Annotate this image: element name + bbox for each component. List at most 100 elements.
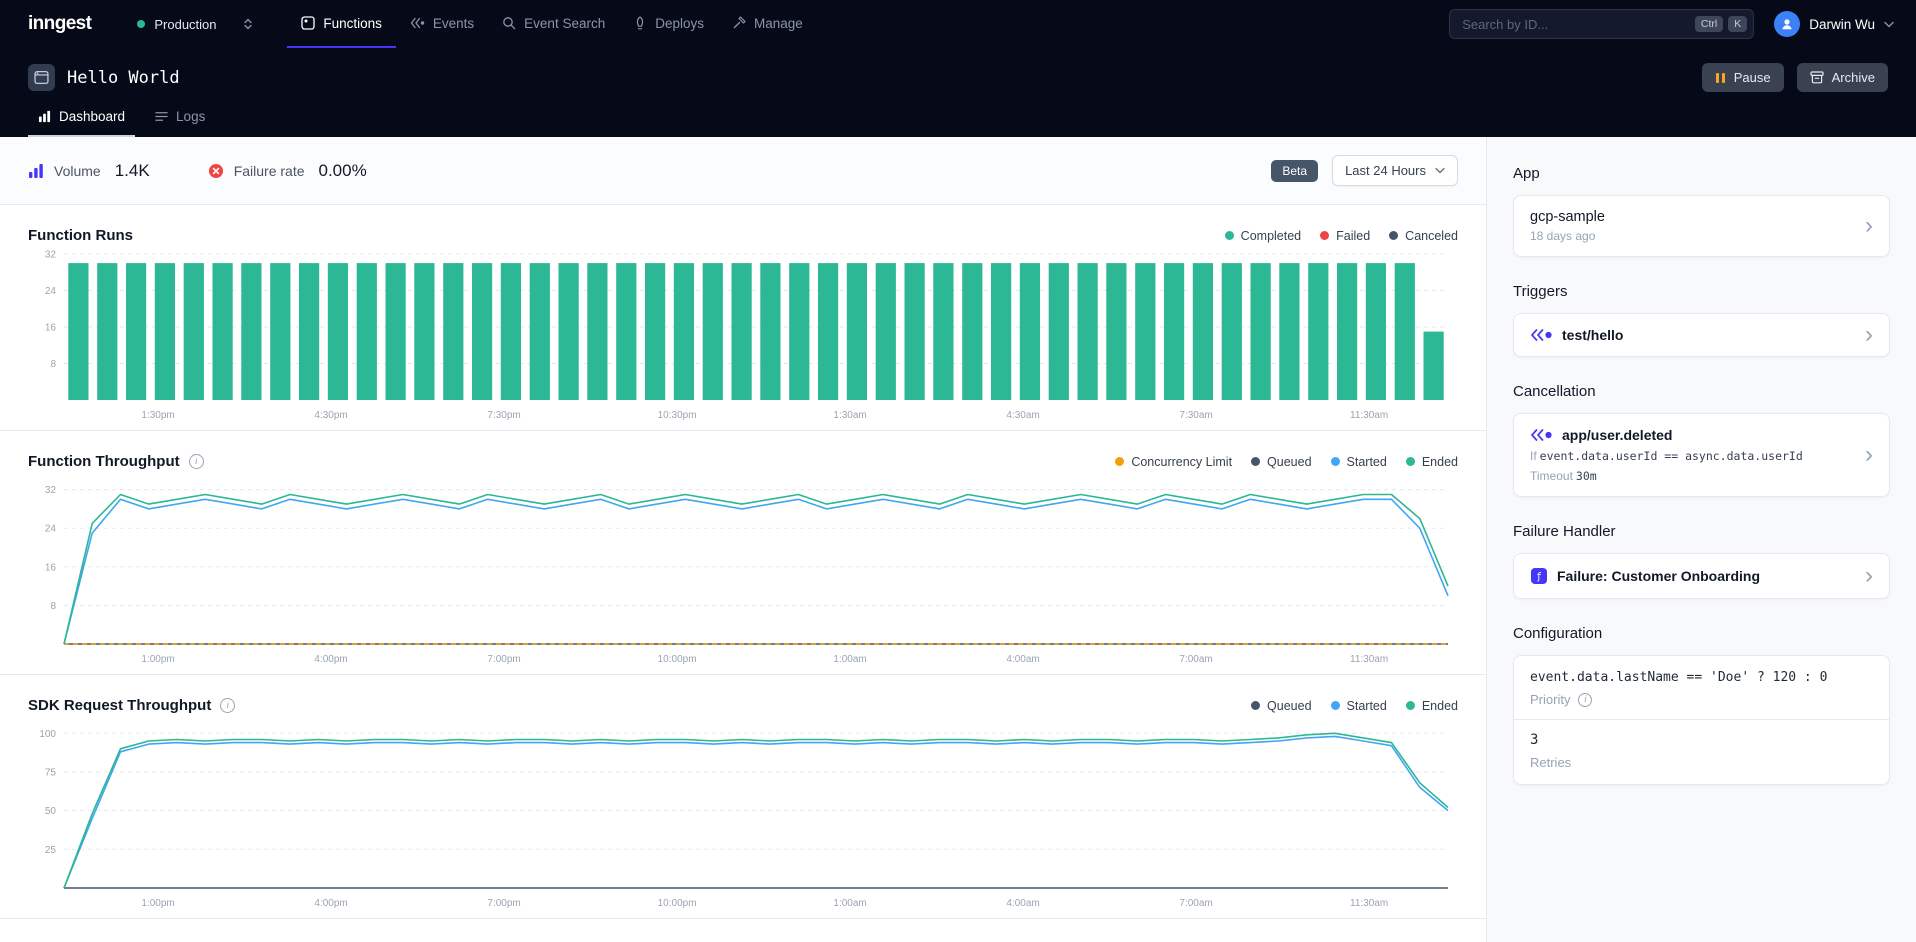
failure-handler-name: Failure: Customer Onboarding <box>1557 568 1760 584</box>
legend-item-queued: Queued <box>1251 699 1311 713</box>
selector-caret-icon <box>241 17 255 31</box>
function-runs-title: Function Runs <box>28 227 133 244</box>
search-icon <box>502 16 516 30</box>
archive-button-label: Archive <box>1832 70 1875 85</box>
svg-text:11:30am: 11:30am <box>1350 898 1388 909</box>
chevron-right-icon: › <box>1855 448 1873 462</box>
legend-item-concurrency-limit: Concurrency Limit <box>1115 455 1232 469</box>
volume-stat: Volume 1.4K <box>28 161 150 181</box>
app-name: gcp-sample <box>1530 209 1605 225</box>
failure-rate-stat: Failure rate 0.00% <box>208 161 367 181</box>
time-range-label: Last 24 Hours <box>1345 163 1426 178</box>
user-menu[interactable]: Darwin Wu <box>1774 11 1894 37</box>
events-icon <box>410 16 425 30</box>
legend-item-completed: Completed <box>1225 229 1301 243</box>
info-icon[interactable]: i <box>220 698 235 713</box>
svg-text:16: 16 <box>45 562 57 573</box>
volume-value: 1.4K <box>115 161 150 181</box>
function-runs-chart: 81624321:30pm4:30pm7:30pm10:30pm1:30am4:… <box>28 246 1458 424</box>
legend-item-failed: Failed <box>1320 229 1370 243</box>
function-icon: ƒ <box>1530 567 1548 585</box>
legend-dot <box>1406 701 1415 710</box>
search-placeholder: Search by ID... <box>1462 17 1690 32</box>
failure-handler-heading: Failure Handler <box>1513 523 1890 540</box>
environment-selector[interactable]: Production <box>127 11 265 38</box>
legend-item-started: Started <box>1331 455 1387 469</box>
nav-item-events[interactable]: Events <box>396 0 488 48</box>
window-icon <box>34 70 49 85</box>
trigger-name: test/hello <box>1562 327 1623 343</box>
failure-icon <box>208 163 224 179</box>
svg-text:7:00pm: 7:00pm <box>487 654 520 665</box>
svg-text:ƒ: ƒ <box>1536 572 1542 583</box>
top-nav: inngest Production Functions Events <box>0 0 1916 48</box>
pause-button[interactable]: Pause <box>1702 63 1784 92</box>
nav-item-deploys[interactable]: Deploys <box>619 0 718 48</box>
event-trigger-icon <box>1530 329 1553 341</box>
timeout-label: Timeout <box>1530 469 1573 483</box>
cancellation-heading: Cancellation <box>1513 383 1890 400</box>
volume-label: Volume <box>54 163 101 179</box>
primary-nav: Functions Events Event Search Deploys <box>287 0 816 48</box>
nav-item-manage[interactable]: Manage <box>718 0 817 48</box>
svg-text:4:30am: 4:30am <box>1006 410 1039 421</box>
chart-canvas: 81624321:30pm4:30pm7:30pm10:30pm1:30am4:… <box>28 246 1458 424</box>
tab-dashboard[interactable]: Dashboard <box>28 101 135 137</box>
svg-text:1:00pm: 1:00pm <box>141 898 174 909</box>
sdk-throughput-chart: 2550751001:00pm4:00pm7:00pm10:00pm1:00am… <box>28 716 1458 912</box>
chevron-down-icon <box>1884 21 1894 28</box>
svg-text:4:00am: 4:00am <box>1006 654 1039 665</box>
svg-text:10:00pm: 10:00pm <box>658 898 697 909</box>
volume-bars-icon <box>28 163 44 178</box>
legend-dot <box>1331 701 1340 710</box>
sdk-throughput-section: SDK Request Throughput i QueuedStartedEn… <box>0 675 1486 919</box>
nav-item-label: Events <box>433 16 474 31</box>
trigger-card[interactable]: test/hello › <box>1513 313 1890 357</box>
tab-logs[interactable]: Logs <box>145 101 215 137</box>
cancellation-event-name: app/user.deleted <box>1562 427 1672 443</box>
nav-item-label: Manage <box>754 16 803 31</box>
cancellation-timeout: Timeout30m <box>1530 469 1803 483</box>
chevron-right-icon: › <box>1855 328 1873 342</box>
legend-dot <box>1406 457 1415 466</box>
function-header: Hello World Pause Archive <box>0 48 1916 137</box>
svg-text:11:30am: 11:30am <box>1350 410 1388 421</box>
retries-label: Retries <box>1530 755 1873 770</box>
svg-text:25: 25 <box>45 845 57 856</box>
app-heading: App <box>1513 165 1890 182</box>
app-card[interactable]: gcp-sample 18 days ago › <box>1513 195 1890 257</box>
logs-icon <box>155 110 168 123</box>
svg-text:16: 16 <box>45 323 57 334</box>
time-range-dropdown[interactable]: Last 24 Hours <box>1332 155 1458 186</box>
chevron-right-icon: › <box>1855 219 1873 233</box>
info-icon[interactable]: i <box>189 454 204 469</box>
info-icon[interactable]: i <box>1578 693 1592 707</box>
archive-button[interactable]: Archive <box>1797 63 1888 92</box>
cancellation-condition: Ifevent.data.userId == async.data.userId <box>1530 449 1803 463</box>
function-throughput-chart: 81624321:00pm4:00pm7:00pm10:00pm1:00am4:… <box>28 472 1458 668</box>
nav-item-label: Functions <box>323 16 382 31</box>
pause-icon <box>1715 72 1726 84</box>
archive-icon <box>1810 71 1824 84</box>
cancellation-card[interactable]: app/user.deleted Ifevent.data.userId == … <box>1513 413 1890 497</box>
legend-item-ended: Ended <box>1406 699 1458 713</box>
nav-item-functions[interactable]: Functions <box>287 0 396 48</box>
user-name: Darwin Wu <box>1809 17 1875 32</box>
function-tabs: Dashboard Logs <box>28 101 1888 137</box>
dashboard-icon <box>38 110 51 123</box>
tab-label: Logs <box>176 109 205 124</box>
svg-text:4:00pm: 4:00pm <box>314 654 347 665</box>
failure-handler-card[interactable]: ƒ Failure: Customer Onboarding › <box>1513 553 1890 599</box>
nav-item-event-search[interactable]: Event Search <box>488 0 619 48</box>
svg-text:10:30pm: 10:30pm <box>658 410 697 421</box>
svg-text:8: 8 <box>50 359 56 370</box>
function-runs-section: Function Runs CompletedFailedCanceled 81… <box>0 205 1486 431</box>
legend-item-started: Started <box>1331 699 1387 713</box>
svg-text:10:00pm: 10:00pm <box>658 654 697 665</box>
search-input[interactable]: Search by ID... Ctrl K <box>1449 9 1754 39</box>
svg-text:1:30am: 1:30am <box>833 410 866 421</box>
svg-text:1:00am: 1:00am <box>833 654 866 665</box>
tab-label: Dashboard <box>59 109 125 124</box>
svg-text:4:00pm: 4:00pm <box>314 898 347 909</box>
person-icon <box>1780 17 1794 31</box>
